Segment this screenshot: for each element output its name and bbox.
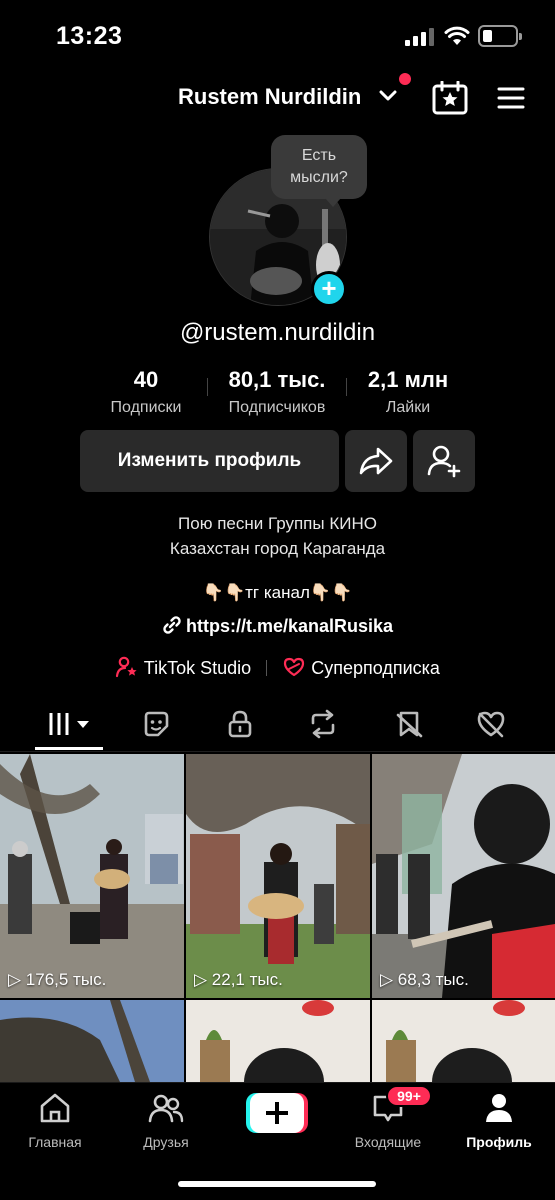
divider (346, 378, 347, 396)
friends-icon (148, 1094, 184, 1123)
divider (266, 660, 268, 676)
video-preview (372, 754, 555, 998)
chevron-down-icon[interactable] (378, 86, 398, 106)
video-thumbnail[interactable]: ▷ 68,3 тыс. (372, 754, 555, 998)
video-preview (0, 754, 184, 998)
share-icon (359, 447, 393, 475)
profile-screen: 13:23 Rustem Nurdildin Есть мысли? + @ru… (0, 0, 555, 1200)
studio-person-star-icon (115, 656, 137, 678)
video-thumbnail[interactable] (372, 1000, 555, 1082)
view-count: ▷ 176,5 тыс. (8, 970, 107, 989)
video-preview (0, 1000, 184, 1082)
profile-handle: @rustem.nurdildin (179, 319, 376, 346)
telegram-caption: 👇🏻👇🏻тг канал👇🏻👇🏻 (202, 583, 353, 602)
tab-favorites[interactable] (374, 696, 444, 752)
calendar-star-icon[interactable] (431, 81, 469, 115)
tab-stickers[interactable] (121, 696, 191, 752)
video-thumbnail[interactable] (186, 1000, 370, 1082)
tab-liked[interactable] (456, 696, 526, 752)
bookmark-hidden-icon (396, 711, 423, 738)
clock: 13:23 (56, 22, 123, 50)
video-thumbnail[interactable] (0, 1000, 184, 1082)
following-label: Подписки (110, 399, 182, 416)
cellular-signal-icon (405, 28, 435, 46)
followers-stat[interactable]: 80,1 тыс. Подписчиков (212, 367, 342, 417)
superfollow-link[interactable]: Суперподписка (282, 656, 440, 679)
video-grid-icon (49, 713, 89, 735)
home-indicator (178, 1181, 376, 1187)
link-icon (163, 616, 181, 634)
tiktok-studio-link[interactable]: TikTok Studio (115, 656, 251, 679)
nav-friends-label: Друзья (143, 1134, 189, 1150)
notification-dot (399, 73, 411, 85)
nav-profile-label: Профиль (466, 1134, 532, 1150)
account-switcher[interactable]: Rustem Nurdildin (178, 84, 361, 110)
lock-icon (228, 710, 252, 738)
bio-link-text: https://t.me/kanalRusika (185, 616, 394, 636)
superfollow-label: Суперподписка (311, 658, 440, 678)
creator-links: TikTok Studio Суперподписка (0, 656, 555, 679)
divider (207, 378, 208, 396)
home-icon (40, 1093, 70, 1123)
video-thumbnail[interactable]: ▷ 22,1 тыс. (186, 754, 370, 998)
likes-count: 2,1 млн (367, 367, 449, 392)
bio-line: Пою песни Группы КИНО (178, 514, 377, 533)
video-thumbnail[interactable]: ▷ 176,5 тыс. (0, 754, 184, 998)
nav-inbox-label: Входящие (354, 1134, 422, 1150)
following-stat[interactable]: 40 Подписки (96, 367, 196, 417)
add-friends-button[interactable] (413, 430, 475, 492)
view-count-text: 22,1 тыс. (211, 970, 283, 989)
nav-profile[interactable]: Профиль (444, 1091, 554, 1150)
thoughts-bubble[interactable]: Есть мысли? (271, 135, 367, 207)
profile-icon (486, 1094, 512, 1122)
bio-line: Казахстан город Караганда (169, 539, 386, 558)
view-count-text: 176,5 тыс. (25, 970, 107, 989)
add-story-button[interactable]: + (311, 271, 347, 307)
nav-friends[interactable]: Друзья (111, 1091, 221, 1150)
nav-home[interactable]: Главная (0, 1091, 110, 1150)
followers-count: 80,1 тыс. (228, 367, 326, 392)
active-tab-indicator (35, 747, 103, 750)
bio-link[interactable]: https://t.me/kanalRusika (0, 615, 555, 637)
battery-icon (478, 25, 522, 47)
share-profile-button[interactable] (345, 430, 407, 492)
content-tabs (0, 696, 555, 752)
tiktok-studio-label: TikTok Studio (143, 658, 252, 678)
video-preview (186, 754, 370, 998)
bio: Пою песни Группы КИНО Казахстан город Ка… (0, 511, 555, 561)
tab-videos[interactable] (34, 696, 104, 752)
superfollow-heart-icon (284, 657, 305, 677)
likes-stat[interactable]: 2,1 млн Лайки (352, 367, 464, 417)
likes-label: Лайки (385, 399, 431, 416)
edit-profile-button[interactable]: Изменить профиль (80, 430, 339, 492)
create-button[interactable] (246, 1093, 308, 1133)
wifi-icon (444, 26, 470, 45)
tab-private[interactable] (205, 696, 275, 752)
nav-home-label: Главная (28, 1134, 82, 1150)
repost-icon (311, 709, 335, 739)
view-count-text: 68,3 тыс. (397, 970, 469, 989)
following-count: 40 (133, 367, 159, 392)
view-count: ▷ 22,1 тыс. (194, 970, 283, 989)
menu-icon[interactable] (497, 86, 525, 110)
inbox-badge: 99+ (386, 1085, 432, 1107)
thoughts-bubble-text: Есть мысли? (290, 147, 348, 186)
sticker-icon (144, 711, 169, 737)
heart-hidden-icon (477, 711, 505, 738)
video-preview (186, 1000, 370, 1082)
view-count: ▷ 68,3 тыс. (380, 970, 469, 989)
followers-label: Подписчиков (228, 399, 326, 416)
tab-reposts[interactable] (288, 696, 358, 752)
add-person-icon (427, 445, 461, 478)
video-preview (372, 1000, 555, 1082)
